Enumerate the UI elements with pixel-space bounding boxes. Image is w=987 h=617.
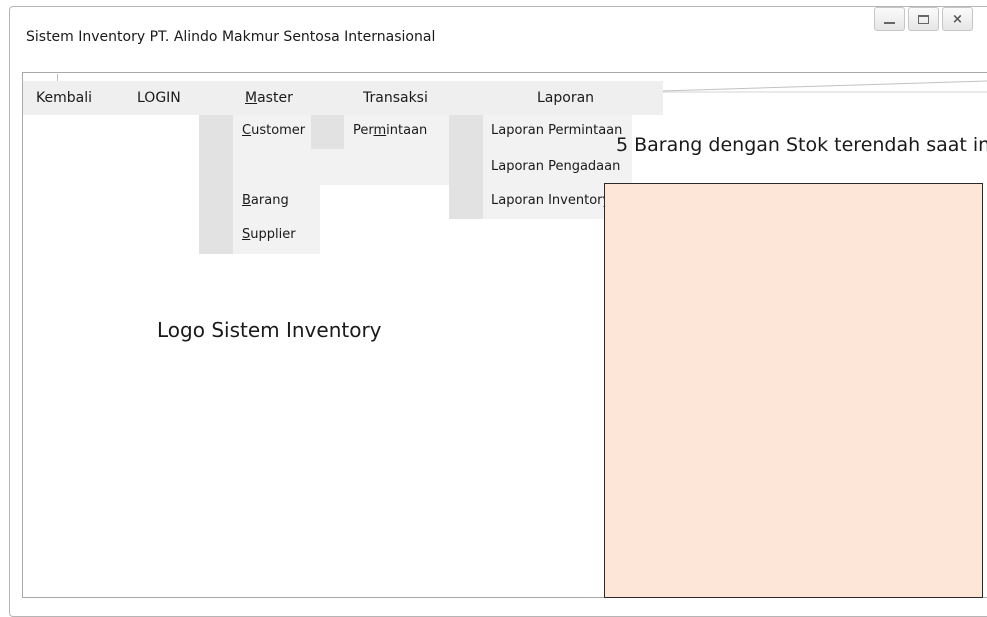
close-button[interactable]: × bbox=[942, 7, 973, 31]
menu-transaksi[interactable]: Transaksi bbox=[363, 81, 428, 115]
menu-item-permintaan-mnemonic: m bbox=[373, 123, 387, 138]
menu-item-permintaan-post: intaan bbox=[386, 123, 428, 138]
menu-bar: Kembali LOGIN Master Transaksi Laporan bbox=[23, 81, 663, 115]
menu-item-permintaan[interactable]: Permintaan bbox=[353, 123, 427, 138]
logo-placeholder-label: Logo Sistem Inventory bbox=[157, 318, 382, 342]
low-stock-panel bbox=[604, 183, 983, 598]
menu-item-customer-label: ustomer bbox=[251, 123, 306, 138]
low-stock-heading: 5 Barang dengan Stok terendah saat ini bbox=[616, 134, 987, 156]
minimize-button[interactable] bbox=[874, 7, 905, 31]
menu-item-customer[interactable]: Customer bbox=[242, 123, 305, 138]
menu-item-supplier-label: upplier bbox=[250, 227, 296, 242]
menu-item-laporan-permintaan[interactable]: Laporan Permintaan bbox=[491, 123, 622, 138]
menu-laporan[interactable]: Laporan bbox=[537, 81, 594, 115]
transaksi-dropdown-gutter bbox=[311, 115, 344, 149]
maximize-button[interactable] bbox=[908, 7, 939, 31]
laporan-dropdown-gutter bbox=[449, 115, 483, 219]
window-title: Sistem Inventory PT. Alindo Makmur Sento… bbox=[26, 29, 436, 45]
close-icon: × bbox=[952, 11, 963, 27]
menubar-divider-line bbox=[662, 80, 987, 93]
menu-master-mnemonic: M bbox=[245, 90, 258, 106]
minimize-icon bbox=[884, 22, 895, 24]
maximize-icon bbox=[918, 14, 929, 24]
menu-item-barang-mnemonic: B bbox=[242, 193, 251, 208]
menu-master[interactable]: Master bbox=[245, 81, 293, 115]
menu-item-barang-label: arang bbox=[250, 193, 289, 208]
menu-item-barang[interactable]: Barang bbox=[242, 193, 289, 208]
window-controls: × bbox=[874, 7, 973, 31]
menu-kembali[interactable]: Kembali bbox=[36, 81, 92, 115]
menu-login[interactable]: LOGIN bbox=[137, 81, 181, 115]
menu-master-label: aster bbox=[257, 90, 293, 106]
menu-item-laporan-inventory[interactable]: Laporan Inventory bbox=[491, 193, 610, 208]
menu-item-customer-mnemonic: C bbox=[242, 123, 252, 138]
menu-item-laporan-pengadaan[interactable]: Laporan Pengadaan bbox=[491, 159, 620, 174]
menu-item-permintaan-pre: Per bbox=[353, 123, 374, 138]
menu-item-supplier[interactable]: Supplier bbox=[242, 227, 296, 242]
master-dropdown-gutter bbox=[199, 115, 233, 254]
